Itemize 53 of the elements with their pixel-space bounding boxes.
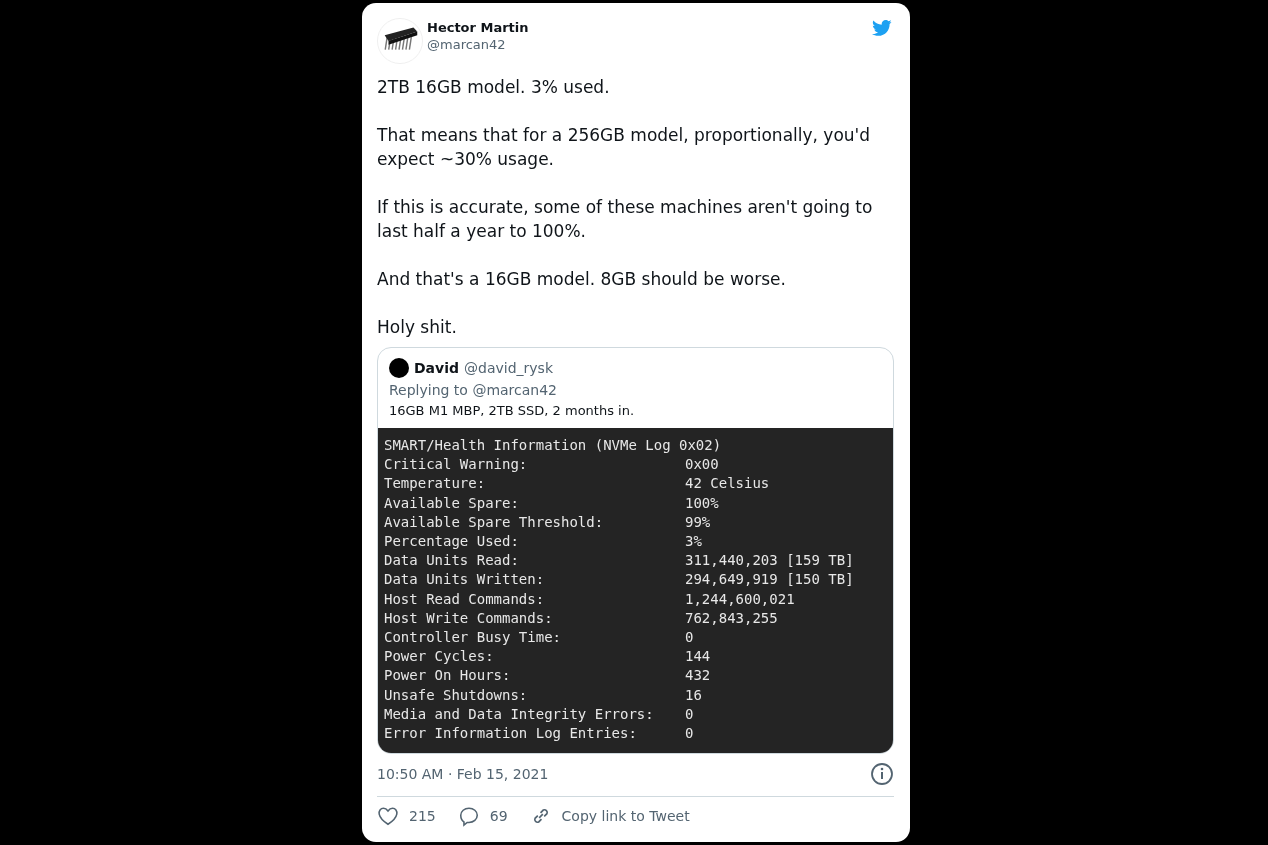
- terminal-label: Percentage Used:: [384, 532, 519, 551]
- tweet-text: If this is accurate, some of these machines aren't going to last half a year to 100%.: [377, 196, 874, 243]
- timestamp[interactable]: 10:50 AM · Feb 15, 2021: [377, 766, 549, 783]
- replying-to-text: Replying to @marcan42: [388, 381, 558, 398]
- quoted-tweet[interactable]: [377, 347, 894, 755]
- terminal-value: 0x00: [685, 455, 719, 475]
- terminal-value: 762,843,255: [685, 608, 778, 628]
- quoted-author-handle: @david_rysk: [464, 360, 553, 376]
- terminal-value: 311,440,203 [159 TB]: [685, 551, 854, 571]
- heart-icon[interactable]: [377, 805, 399, 828]
- terminal-value: 144: [685, 647, 711, 667]
- avatar-icon: [389, 358, 409, 378]
- terminal-label: Unsafe Shutdowns:: [384, 685, 528, 705]
- speech-bubble-icon[interactable]: [457, 805, 480, 828]
- terminal-label: Data Units Written:: [384, 570, 545, 590]
- chip-avatar-icon[interactable]: [377, 18, 423, 64]
- terminal-label: Power Cycles:: [384, 647, 494, 667]
- terminal-value: 0: [685, 628, 694, 648]
- tweet-text: Holy shit.: [377, 316, 458, 339]
- quoted-tweet-text: 16GB M1 MBP, 2TB SSD, 2 months in.: [388, 402, 636, 420]
- tweet-text: That means that for a 256GB model, proportionally, you'd expect ~30% usage.: [377, 124, 872, 171]
- action-label[interactable]: 69: [489, 808, 508, 825]
- terminal-label: Available Spare:: [384, 493, 519, 513]
- terminal-label: Error Information Log Entries:: [384, 724, 637, 744]
- terminal-value: 42 Celsius: [685, 474, 770, 494]
- terminal-label: Data Units Read:: [384, 551, 519, 571]
- author-name[interactable]: Hector Martin: [427, 20, 529, 35]
- author-handle[interactable]: @marcan42: [427, 37, 529, 52]
- terminal-value: 16: [685, 685, 702, 705]
- terminal-title: SMART/Health Information (NVMe Log 0x02): [384, 436, 723, 455]
- bird-icon[interactable]: [870, 18, 894, 38]
- action-label[interactable]: Copy link to Tweet: [561, 808, 690, 825]
- quoted-author-name: David: [414, 360, 459, 376]
- terminal-label: Host Write Commands:: [384, 608, 553, 628]
- info-icon[interactable]: [870, 762, 894, 787]
- terminal-value: 1,244,600,021: [685, 589, 795, 609]
- terminal-label: Temperature:: [384, 474, 486, 494]
- terminal-label: Media and Data Integrity Errors:: [384, 704, 654, 724]
- terminal-label: Host Read Commands:: [384, 589, 545, 609]
- terminal-label: Critical Warning:: [384, 455, 528, 475]
- terminal-value: 432: [685, 666, 711, 686]
- terminal-label: Controller Busy Time:: [384, 628, 561, 648]
- terminal-value: 0: [685, 724, 694, 744]
- terminal-value: 0: [685, 704, 694, 724]
- terminal-value: 99%: [685, 512, 711, 532]
- terminal-value: 294,649,919 [150 TB]: [685, 570, 854, 590]
- terminal-label: Power On Hours:: [384, 666, 511, 686]
- terminal-value: 3%: [685, 532, 702, 551]
- tweet-text: And that's a 16GB model. 8GB should be worse.: [377, 268, 787, 291]
- terminal-value: 100%: [685, 493, 719, 513]
- tweet-text: 2TB 16GB model. 3% used.: [377, 76, 611, 99]
- action-label[interactable]: 215: [409, 808, 436, 825]
- terminal-label: Available Spare Threshold:: [384, 512, 604, 532]
